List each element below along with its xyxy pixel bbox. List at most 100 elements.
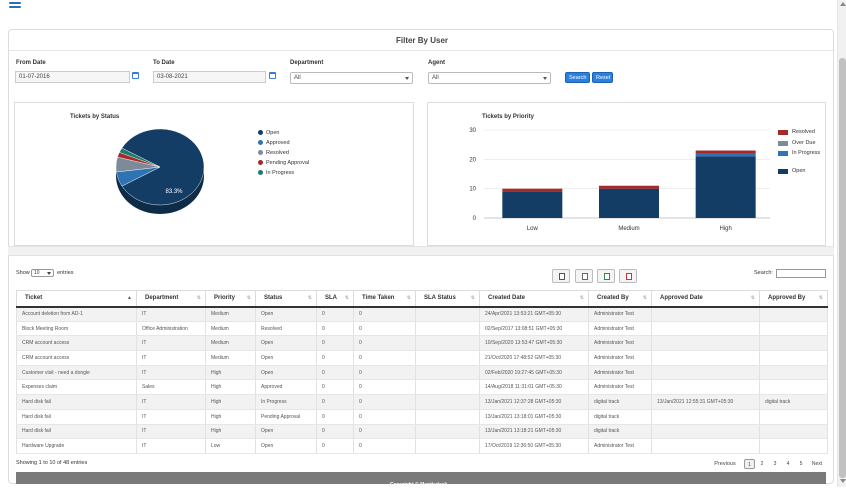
table-row[interactable]: CRM account access IT Medium Open 0 0 10/Sep/2…	[16, 335, 828, 352]
from-date-calendar-icon[interactable]	[132, 72, 139, 79]
col-header-sla[interactable]: SLA ⇅	[316, 290, 354, 308]
col-header-priority[interactable]: Priority ⇅	[205, 290, 256, 308]
excel-icon	[604, 273, 610, 280]
cell-priority: Medium	[205, 321, 256, 337]
legend-item-approved[interactable]: Approved	[258, 140, 290, 146]
table-row[interactable]: Block Meeting Room Office Administration M…	[16, 321, 828, 337]
legend-label-resolved[interactable]: Resolved	[792, 129, 815, 136]
legend-label: Approved	[266, 140, 290, 146]
cell-created-by: Administrator Test	[588, 335, 652, 352]
menu-icon[interactable]	[9, 2, 21, 10]
cell-approved-date	[651, 365, 760, 381]
legend-item-resolved[interactable]: Resolved	[258, 150, 289, 156]
bar-medium-resolved[interactable]	[599, 185, 659, 189]
col-header-sla-status[interactable]: SLA Status ⇅	[415, 290, 480, 308]
sort-icon: ⇅	[750, 295, 755, 301]
pagination-page-1[interactable]: 1	[744, 459, 755, 469]
page-scrollbar[interactable]	[837, 0, 846, 487]
bar-low-open[interactable]	[502, 191, 563, 218]
cell-approved-date	[651, 321, 760, 337]
department-select[interactable]: All	[290, 72, 413, 84]
cell-ticket: CRM account access	[16, 350, 137, 366]
cell-created-by: Administrator Test	[588, 321, 652, 337]
table-body: Account deletion from AD-1 IT Medium Open 0 0…	[16, 306, 828, 454]
from-date-input[interactable]: 01-07-2016	[15, 71, 130, 83]
excel-button[interactable]	[597, 269, 615, 283]
cell-status: Open	[255, 438, 317, 454]
col-header-time-taken[interactable]: Time Taken ⇅	[353, 290, 416, 308]
table-row[interactable]: Customer visit - need a dongle IT High Open…	[16, 365, 828, 381]
legend-item-open[interactable]: Open	[258, 130, 279, 136]
panel-divider	[9, 50, 835, 51]
pagination-page-2[interactable]: 2	[757, 459, 767, 469]
bar-medium-open[interactable]	[599, 188, 659, 218]
csv-icon	[582, 273, 588, 280]
table-row[interactable]: Account deletion from AD-1 IT Medium Open 0 0…	[16, 306, 828, 322]
cell-time-taken: 0	[353, 438, 416, 454]
to-date-input[interactable]: 03-08-2021	[153, 71, 266, 83]
legend-marker	[258, 160, 263, 165]
cell-approved-by	[759, 438, 828, 454]
col-header-created-by[interactable]: Created By ⇅	[588, 290, 652, 308]
sort-icon: ⇅	[818, 295, 823, 301]
cell-created-date: 14/Aug/2018 11:31:01 GMT+05:30	[479, 379, 589, 396]
legend-swatch	[778, 169, 788, 174]
legend-marker	[258, 140, 263, 145]
legend-label-in-progress[interactable]: In Progress	[792, 150, 822, 157]
cell-status: Open	[255, 365, 317, 381]
col-header-approved-by[interactable]: Approved By ⇅	[759, 290, 828, 308]
bar-high-open[interactable]	[695, 156, 756, 218]
y-tick-label: 30	[469, 128, 476, 134]
cell-approved-by	[759, 424, 828, 440]
table-row[interactable]: Hardware Upgrade IT Low Open 0 0 17/Oct/2019 1…	[16, 438, 828, 454]
cell-time-taken: 0	[353, 379, 416, 396]
search-button[interactable]: Search	[565, 72, 590, 83]
scroll-up-arrow-icon[interactable]	[840, 2, 846, 6]
agent-label: Agent	[428, 60, 445, 66]
table-row[interactable]: Hard disk fail IT High Open 0 0 13/Jan/2021 13…	[16, 424, 828, 440]
col-header-department[interactable]: Department ⇅	[136, 290, 206, 308]
col-header-label: Approved Date	[660, 295, 703, 302]
cell-sla-status	[415, 379, 480, 396]
cell-status: Open	[255, 424, 317, 440]
table-row[interactable]: Expenses claim Sales High Approved 0 0 14/Aug/…	[16, 379, 828, 396]
cell-ticket: CRM account access	[16, 335, 137, 352]
to-date-calendar-icon[interactable]	[269, 72, 276, 79]
col-header-created-date[interactable]: Created Date ⇅	[479, 290, 589, 308]
pagination-page-3[interactable]: 3	[770, 459, 780, 469]
scrollbar-thumb[interactable]	[839, 58, 846, 478]
pdf-icon	[626, 273, 632, 280]
table-row[interactable]: Hard disk fail IT High Pending Approval 0 0 13…	[16, 409, 828, 425]
table-row[interactable]: Hard disk fail IT High In Progress 0 0 13/Jan/…	[16, 394, 828, 410]
cell-ticket: Account deletion from AD-1	[16, 306, 137, 322]
table-search-input[interactable]	[776, 269, 826, 278]
table-row[interactable]: CRM account access IT Medium Open 0 0 21/Oct/2…	[16, 350, 828, 366]
pdf-button[interactable]	[619, 269, 637, 283]
reset-button[interactable]: Reset	[592, 72, 613, 83]
bar-high-resolved[interactable]	[695, 150, 756, 154]
pagination-next[interactable]: Next	[809, 459, 825, 469]
cell-department: IT	[136, 306, 206, 322]
legend-label-over-due[interactable]: Over Due	[792, 140, 816, 147]
col-header-approved-date[interactable]: Approved Date ⇅	[651, 290, 760, 308]
entries-select[interactable]: 10	[31, 269, 54, 277]
scroll-down-arrow-icon[interactable]	[840, 479, 846, 483]
legend-label-open[interactable]: Open	[792, 168, 805, 175]
pagination-page-5[interactable]: 5	[796, 459, 806, 469]
pagination-page-4[interactable]: 4	[783, 459, 793, 469]
pagination-previous[interactable]: Previous	[710, 459, 740, 469]
legend-item-pending-approval[interactable]: Pending Approval	[258, 160, 309, 166]
agent-select[interactable]: All	[428, 72, 551, 84]
bar-low-resolved[interactable]	[502, 188, 563, 192]
cell-department: IT	[136, 365, 206, 381]
copy-button[interactable]	[552, 269, 570, 283]
sort-asc-icon: ▲	[127, 295, 132, 301]
bar-high-in-progress[interactable]	[695, 153, 756, 157]
legend-item-in-progress[interactable]: In Progress	[258, 170, 294, 176]
col-header-status[interactable]: Status ⇅	[255, 290, 317, 308]
csv-button[interactable]	[575, 269, 593, 283]
sort-icon: ⇅	[406, 295, 411, 301]
col-header-ticket[interactable]: Ticket ▲	[16, 290, 137, 308]
cell-approved-by	[759, 321, 828, 337]
copy-icon	[559, 273, 565, 280]
